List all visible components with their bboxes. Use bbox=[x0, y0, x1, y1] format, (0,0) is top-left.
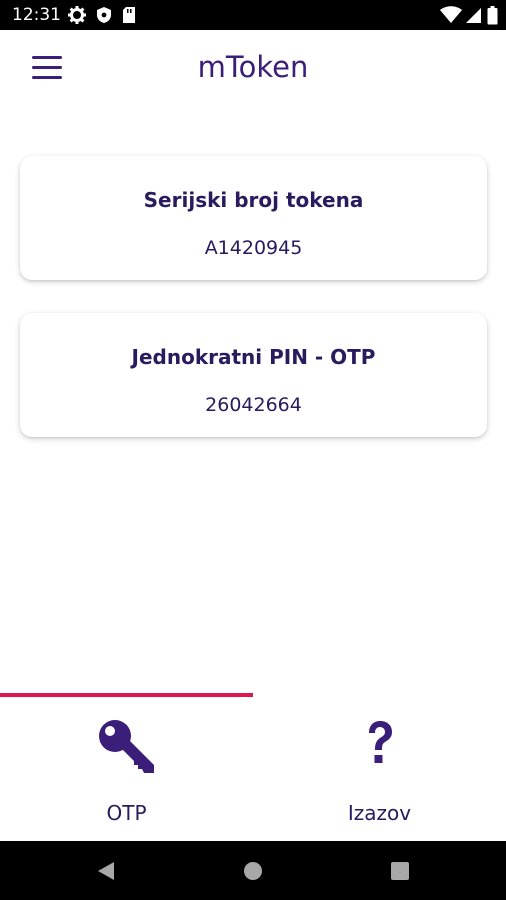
serial-number-label: Serijski broj tokena bbox=[143, 188, 364, 212]
otp-value: 26042664 bbox=[205, 394, 302, 416]
tab-otp-label: OTP bbox=[106, 801, 147, 825]
serial-number-card: Serijski broj tokena A1420945 bbox=[20, 156, 487, 280]
gear-icon bbox=[68, 6, 86, 29]
otp-label: Jednokratni PIN - OTP bbox=[131, 345, 376, 369]
key-icon bbox=[98, 719, 156, 780]
serial-number-value: A1420945 bbox=[204, 237, 303, 259]
bottom-navigation: OTP Izazov bbox=[0, 693, 506, 841]
question-mark-icon bbox=[363, 719, 397, 772]
home-button[interactable] bbox=[243, 861, 263, 886]
status-time: 12:31 bbox=[12, 5, 61, 25]
signal-icon bbox=[465, 6, 482, 29]
otp-card: Jednokratni PIN - OTP 26042664 bbox=[20, 313, 487, 437]
app-title: mToken bbox=[197, 50, 309, 84]
sd-card-icon bbox=[122, 6, 136, 29]
status-bar: 12:31 bbox=[0, 0, 506, 30]
tab-izazov-label: Izazov bbox=[347, 801, 412, 825]
shield-icon bbox=[96, 6, 112, 29]
battery-icon bbox=[487, 6, 498, 30]
back-button[interactable] bbox=[96, 861, 116, 886]
tab-izazov[interactable]: Izazov bbox=[253, 697, 506, 841]
app-bar: mToken bbox=[0, 30, 506, 108]
recents-button[interactable] bbox=[390, 861, 410, 886]
tab-otp[interactable]: OTP bbox=[0, 697, 253, 841]
wifi-icon bbox=[440, 6, 462, 29]
system-navigation-bar bbox=[0, 841, 506, 900]
